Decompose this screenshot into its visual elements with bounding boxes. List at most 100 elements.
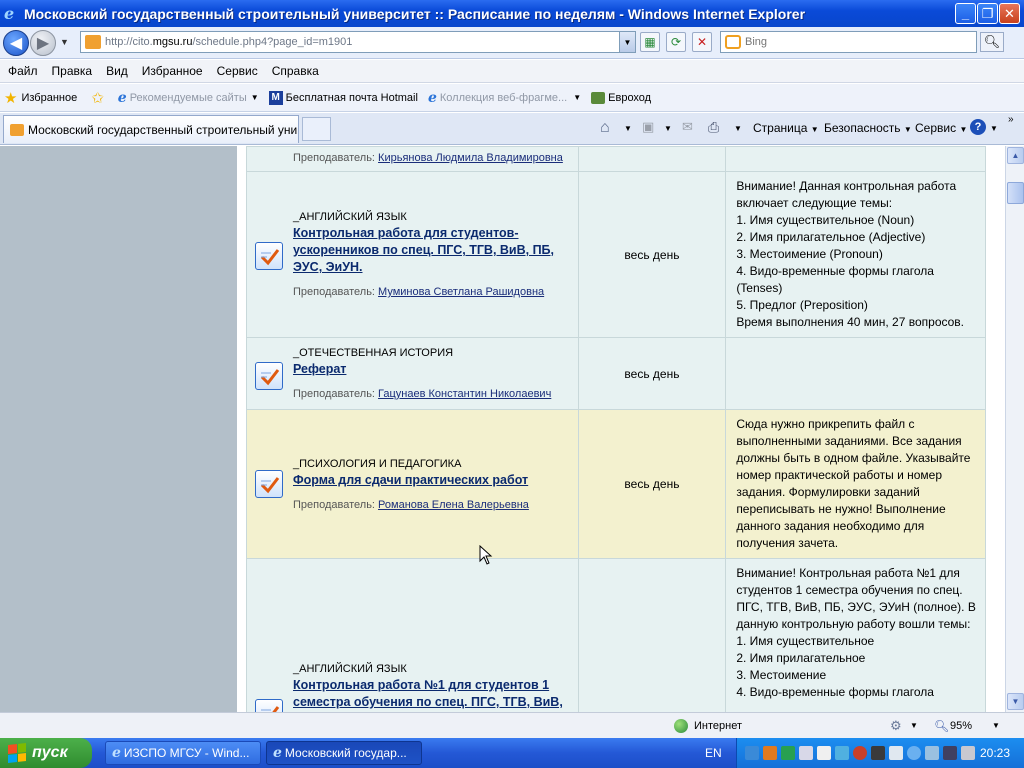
- home-dropdown[interactable]: ▼: [624, 124, 632, 133]
- tray-app-icon[interactable]: [817, 746, 831, 760]
- search-input[interactable]: [745, 36, 965, 48]
- page-menu[interactable]: Страница ▼: [753, 121, 819, 135]
- column-separator: [237, 146, 246, 712]
- taskbar-item-izspo[interactable]: e ИЗСПО МГСУ - Wind...: [105, 741, 261, 765]
- menu-favorites[interactable]: Избранное: [142, 64, 203, 78]
- help-dropdown[interactable]: ▼: [990, 124, 998, 133]
- favorite-web-slice-gallery[interactable]: e Коллекция веб-фрагме... ▼: [428, 90, 581, 106]
- add-favorite-button[interactable]: ✩: [91, 89, 108, 107]
- home-icon[interactable]: ⌂: [600, 119, 618, 136]
- speaker-icon[interactable]: [871, 746, 885, 760]
- tray-app-icon[interactable]: [835, 746, 849, 760]
- start-button[interactable]: пуск: [0, 738, 92, 768]
- table-row: Преподаватель: Кирьянова Людмила Владими…: [246, 146, 986, 172]
- scroll-down-button[interactable]: ▼: [1007, 693, 1024, 710]
- note-cell: [725, 146, 986, 172]
- new-tab-button[interactable]: [302, 117, 331, 141]
- favorites-button[interactable]: ★ Избранное: [4, 89, 77, 107]
- search-go-button[interactable]: 🔍︎: [980, 32, 1004, 52]
- chevron-down-icon: ▼: [573, 93, 582, 102]
- zoom-icon[interactable]: 🔍︎: [934, 719, 949, 733]
- tray-app-icon[interactable]: [943, 746, 957, 760]
- tray-app-icon[interactable]: [799, 746, 813, 760]
- table-row: _АНГЛИЙСКИЙ ЯЗЫК Контрольная работа №1 д…: [246, 558, 986, 712]
- zoom-level[interactable]: 95%: [950, 720, 972, 732]
- forward-button[interactable]: ▶: [30, 30, 56, 56]
- assignment-link[interactable]: Форма для сдачи практических работ: [293, 472, 570, 489]
- vertical-scrollbar[interactable]: ▲ ▼: [1005, 146, 1024, 712]
- compatibility-view-icon[interactable]: ▦: [640, 32, 660, 52]
- menu-help[interactable]: Справка: [272, 64, 319, 78]
- menu-view[interactable]: Вид: [106, 64, 128, 78]
- favorite-evrohod[interactable]: Евроход: [591, 91, 651, 104]
- window-title: Московский государственный строительный …: [24, 5, 806, 22]
- more-commands-icon[interactable]: »: [1008, 114, 1014, 125]
- subject-category: _ОТЕЧЕСТВЕННАЯ ИСТОРИЯ: [293, 347, 454, 359]
- address-bar[interactable]: http://cito.mgsu.ru/schedule.php4?page_i…: [80, 31, 636, 53]
- security-zone: Интернет: [694, 720, 742, 732]
- chevron-down-icon[interactable]: ▼: [910, 721, 918, 730]
- help-icon[interactable]: ?: [970, 119, 986, 135]
- print-icon[interactable]: ⎙: [708, 119, 726, 135]
- zoom-dropdown[interactable]: ▼: [992, 721, 1000, 730]
- tray-app-icon[interactable]: [961, 746, 975, 760]
- bluetooth-icon[interactable]: [745, 746, 759, 760]
- subject-cell: _ПСИХОЛОГИЯ И ПЕДАГОГИКА Форма для сдачи…: [246, 409, 579, 559]
- time-cell: весь день: [577, 171, 727, 338]
- menu-tools[interactable]: Сервис: [217, 64, 258, 78]
- address-row: ◀ ▶ ▼ http://cito.mgsu.ru/schedule.php4?…: [0, 27, 1024, 59]
- time-cell: весь день: [577, 337, 727, 410]
- tools-menu[interactable]: Сервис ▼: [915, 121, 967, 135]
- favorite-hotmail[interactable]: M Бесплатная почта Hotmail: [268, 90, 418, 105]
- title-bar: e Московский государственный строительны…: [0, 0, 1024, 27]
- assignment-icon: [255, 699, 283, 712]
- taskbar-item-mgsu[interactable]: e Московский государ...: [266, 741, 422, 765]
- teacher-link[interactable]: Романова Елена Валерьевна: [378, 499, 529, 511]
- time-cell: [577, 146, 727, 172]
- teacher-line: Преподаватель: Гацунаев Константин Никол…: [293, 388, 552, 400]
- tab-current[interactable]: Московский государственный строительный …: [3, 115, 299, 143]
- msn-icon: M: [268, 90, 283, 105]
- teacher-link[interactable]: Муминова Светлана Рашидовна: [378, 286, 544, 298]
- network-icon[interactable]: [889, 746, 903, 760]
- teacher-link[interactable]: Кирьянова Людмила Владимировна: [378, 152, 563, 164]
- back-button[interactable]: ◀: [3, 30, 29, 56]
- subject-category: _АНГЛИЙСКИЙ ЯЗЫК: [293, 663, 407, 675]
- mail-icon[interactable]: ✉: [682, 119, 700, 135]
- note-cell: Внимание! Данная контрольная работа вклю…: [725, 171, 986, 338]
- tray-app-icon[interactable]: [925, 746, 939, 760]
- note-cell: [725, 337, 986, 410]
- address-dropdown[interactable]: ▼: [619, 32, 635, 52]
- print-dropdown[interactable]: ▼: [734, 124, 742, 133]
- minimize-button[interactable]: _: [955, 3, 976, 24]
- teacher-link[interactable]: Гацунаев Константин Николаевич: [378, 388, 551, 400]
- assignment-link[interactable]: Контрольная работа №1 для студентов 1 се…: [293, 677, 570, 712]
- tray-app-icon[interactable]: [781, 746, 795, 760]
- recent-pages-dropdown[interactable]: ▼: [60, 37, 69, 47]
- maximize-button[interactable]: ❐: [977, 3, 998, 24]
- menu-file[interactable]: Файл: [8, 64, 38, 78]
- close-button[interactable]: ✕: [999, 3, 1020, 24]
- feeds-dropdown[interactable]: ▼: [664, 124, 672, 133]
- favorite-suggested-sites[interactable]: e Рекомендуемые сайты ▼: [118, 90, 259, 106]
- scroll-thumb[interactable]: [1007, 182, 1024, 204]
- assignment-link[interactable]: Реферат: [293, 361, 570, 378]
- add-favorite-icon: ✩: [91, 89, 104, 107]
- assignment-link[interactable]: Контрольная работа для студентов-ускорен…: [293, 225, 570, 276]
- clock[interactable]: 20:23: [980, 746, 1010, 760]
- scroll-up-button[interactable]: ▲: [1007, 147, 1024, 164]
- address-url[interactable]: http://cito.mgsu.ru/schedule.php4?page_i…: [105, 36, 352, 48]
- safety-menu[interactable]: Безопасность ▼: [824, 121, 912, 135]
- tray-app-icon[interactable]: [763, 746, 777, 760]
- tray-app-icon[interactable]: [907, 746, 921, 760]
- feeds-icon[interactable]: ▣: [642, 119, 660, 135]
- site-favicon-icon: [10, 123, 24, 136]
- refresh-icon[interactable]: ⟳: [666, 32, 686, 52]
- tray-app-icon[interactable]: [853, 746, 867, 760]
- menu-edit[interactable]: Правка: [52, 64, 93, 78]
- subject-cell: Преподаватель: Кирьянова Людмила Владими…: [246, 146, 579, 172]
- protected-mode-icon[interactable]: ⚙: [890, 718, 902, 734]
- search-box[interactable]: [720, 31, 977, 53]
- stop-icon[interactable]: ✕: [692, 32, 712, 52]
- language-indicator[interactable]: EN: [705, 746, 722, 760]
